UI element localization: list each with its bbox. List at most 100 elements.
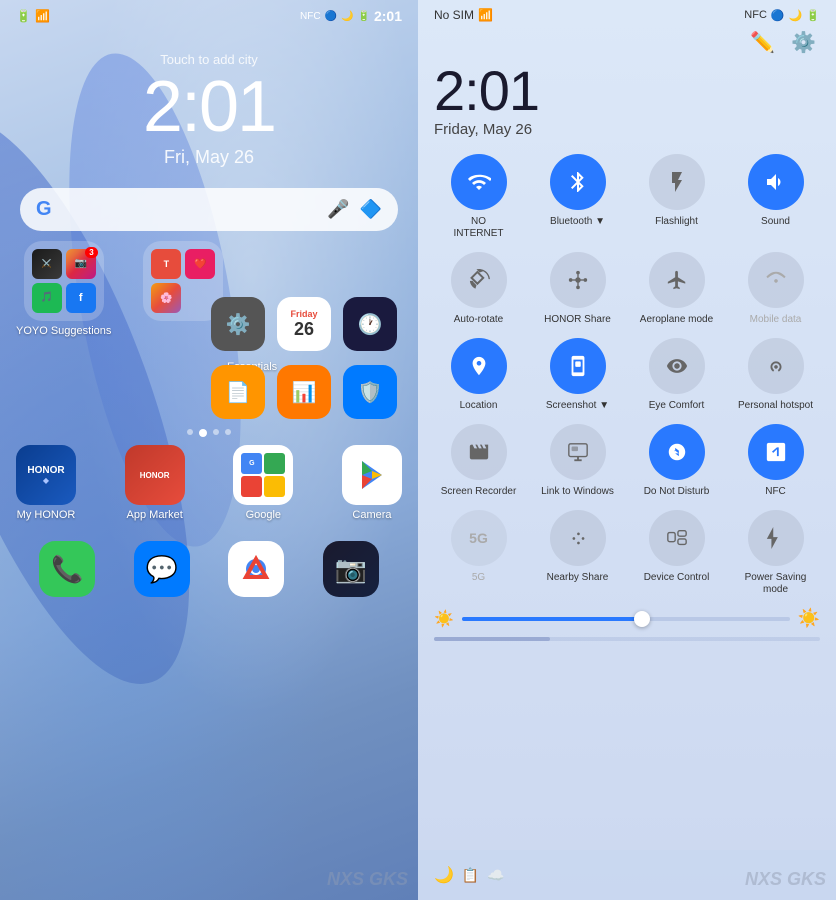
sound-tile-label: Sound <box>761 216 790 228</box>
right-panel: No SIM 📶 NFC 🔵 🌙 🔋 ✏️ ⚙️ 2:01 Friday, Ma… <box>418 0 836 900</box>
power-saving-label: Power Saving mode <box>731 572 820 596</box>
dnd-tile[interactable]: Do Not Disturb <box>632 424 721 498</box>
location-btn[interactable] <box>451 338 507 394</box>
main-date-display: Fri, May 26 <box>0 147 418 168</box>
nfc-icon: NFC <box>300 11 321 22</box>
hotspot-tile[interactable]: Personal hotspot <box>731 338 820 412</box>
yoyo-suggestions-folder[interactable]: ⚔️ 📷 3 🎵 f YOYO Suggestions <box>16 241 111 337</box>
right-header-actions: ✏️ ⚙️ <box>434 30 820 55</box>
auto-rotate-btn[interactable] <box>451 252 507 308</box>
edit-icon[interactable]: ✏️ <box>750 30 775 55</box>
hotspot-label: Personal hotspot <box>738 400 813 412</box>
screenshot-btn[interactable] <box>550 338 606 394</box>
pages-icon[interactable]: 📄 <box>211 365 265 419</box>
power-saving-tile[interactable]: Power Saving mode <box>731 510 820 596</box>
hotspot-btn[interactable] <box>748 338 804 394</box>
device-control-btn[interactable] <box>649 510 705 566</box>
dnd-btn[interactable] <box>649 424 705 480</box>
battery-icon: 🔋 <box>16 9 31 23</box>
brightness-fill <box>462 617 642 621</box>
second-slider[interactable] <box>434 637 820 641</box>
5g-btn[interactable]: 5G <box>451 510 507 566</box>
bluetooth-tile[interactable]: Bluetooth ▼ <box>533 154 622 240</box>
auto-rotate-tile[interactable]: Auto-rotate <box>434 252 523 326</box>
link-windows-tile[interactable]: Link to Windows <box>533 424 622 498</box>
app-market-app[interactable]: HONOR App Market <box>125 445 185 521</box>
messages-app[interactable]: 💬 <box>134 541 190 597</box>
flashlight-tile-btn[interactable] <box>649 154 705 210</box>
shield-app-icon[interactable]: 🛡️ <box>343 365 397 419</box>
apps-row-3: 📄 📊 🛡️ <box>211 365 402 419</box>
nearby-share-label: Nearby Share <box>547 572 609 584</box>
chrome-app[interactable] <box>228 541 284 597</box>
wifi-tile-btn[interactable] <box>451 154 507 210</box>
clock-app[interactable]: Friday 26 <box>277 297 331 351</box>
play-store-app[interactable]: Camera <box>342 445 402 521</box>
screen-recorder-tile[interactable]: Screen Recorder <box>434 424 523 498</box>
tasker-icon: T <box>151 249 181 279</box>
honor-share-tile[interactable]: HONOR Share <box>533 252 622 326</box>
bottom-dock: 📞 💬 📷 <box>0 531 418 607</box>
lens-icon[interactable]: 🔷 <box>360 199 382 220</box>
my-honor-label: My HONOR <box>17 509 76 521</box>
eye-comfort-tile[interactable]: Eye Comfort <box>632 338 721 412</box>
settings-icon-app[interactable]: ⚙️ <box>211 297 265 351</box>
device-control-tile[interactable]: Device Control <box>632 510 721 596</box>
wifi-status-icon: 📶 <box>35 9 50 23</box>
right-status-bar: No SIM 📶 NFC 🔵 🌙 🔋 <box>418 0 836 30</box>
power-saving-btn[interactable] <box>748 510 804 566</box>
bluetooth-tile-btn[interactable] <box>550 154 606 210</box>
flashlight-tile[interactable]: Flashlight <box>632 154 721 240</box>
cloud-icon: ☁️ <box>487 867 504 884</box>
my-honor-app[interactable]: HONOR ◆ My HONOR <box>16 445 76 521</box>
instagram-icon: 📷 3 <box>66 249 96 279</box>
apps-grid: ⚔️ 📷 3 🎵 f YOYO Suggestions <box>16 241 402 521</box>
sound-tile[interactable]: Sound <box>731 154 820 240</box>
google-label: Google <box>246 509 281 521</box>
google-app[interactable]: G Google <box>233 445 293 521</box>
screenshot-label: Screenshot ▼ <box>546 400 609 412</box>
nfc-btn[interactable] <box>748 424 804 480</box>
sound-tile-btn[interactable] <box>748 154 804 210</box>
battery-full-icon: 🔋 <box>358 11 370 22</box>
aeroplane-btn[interactable] <box>649 252 705 308</box>
brightness-thumb[interactable] <box>634 611 650 627</box>
nfc-tile[interactable]: NFC <box>731 424 820 498</box>
numbers-icon[interactable]: 📊 <box>277 365 331 419</box>
aeroplane-tile[interactable]: Aeroplane mode <box>632 252 721 326</box>
quick-tiles-row-2: Auto-rotate HONOR Sha <box>434 252 820 326</box>
moon-bottom-icon: 🌙 <box>434 865 454 885</box>
play-store-label: Camera <box>352 509 391 521</box>
wifi-tile[interactable]: NOINTERNET <box>434 154 523 240</box>
nearby-share-btn[interactable] <box>550 510 606 566</box>
quick-tiles-row-1: NOINTERNET Bluetooth ▼ Flashlight <box>434 154 820 240</box>
mobile-data-tile[interactable]: Mobile data <box>731 252 820 326</box>
search-bar[interactable]: G 🎤 🔷 <box>20 188 398 231</box>
link-windows-btn[interactable] <box>550 424 606 480</box>
eye-comfort-btn[interactable] <box>649 338 705 394</box>
world-clock-app[interactable]: 🕐 <box>343 297 397 351</box>
bluetooth-tile-label: Bluetooth ▼ <box>550 216 605 228</box>
left-watermark: NXS GKS <box>327 869 408 890</box>
heart-app-icon: ❤️ <box>185 249 215 279</box>
screenshot-tile[interactable]: Screenshot ▼ <box>533 338 622 412</box>
mic-icon[interactable]: 🎤 <box>327 199 349 220</box>
touch-to-add-label: Touch to add city <box>0 52 418 67</box>
brightness-control[interactable]: ☀️ ☀️ <box>434 608 820 629</box>
screen-recorder-btn[interactable] <box>451 424 507 480</box>
dot-1 <box>187 429 193 435</box>
nearby-share-tile[interactable]: Nearby Share <box>533 510 622 596</box>
search-icons: 🎤 🔷 <box>327 199 382 220</box>
right-status-right-icons: NFC 🔵 🌙 🔋 <box>744 9 820 22</box>
honor-share-btn[interactable] <box>550 252 606 308</box>
phone-app[interactable]: 📞 <box>39 541 95 597</box>
mobile-data-btn[interactable] <box>748 252 804 308</box>
location-tile[interactable]: Location <box>434 338 523 412</box>
camera-app[interactable]: 📷 <box>323 541 379 597</box>
facebook-icon: f <box>66 283 96 314</box>
brightness-track[interactable] <box>462 617 790 621</box>
photos-icon: 🌸 <box>151 283 181 313</box>
location-label: Location <box>460 400 498 412</box>
settings-icon[interactable]: ⚙️ <box>791 30 816 55</box>
5g-tile[interactable]: 5G 5G <box>434 510 523 596</box>
